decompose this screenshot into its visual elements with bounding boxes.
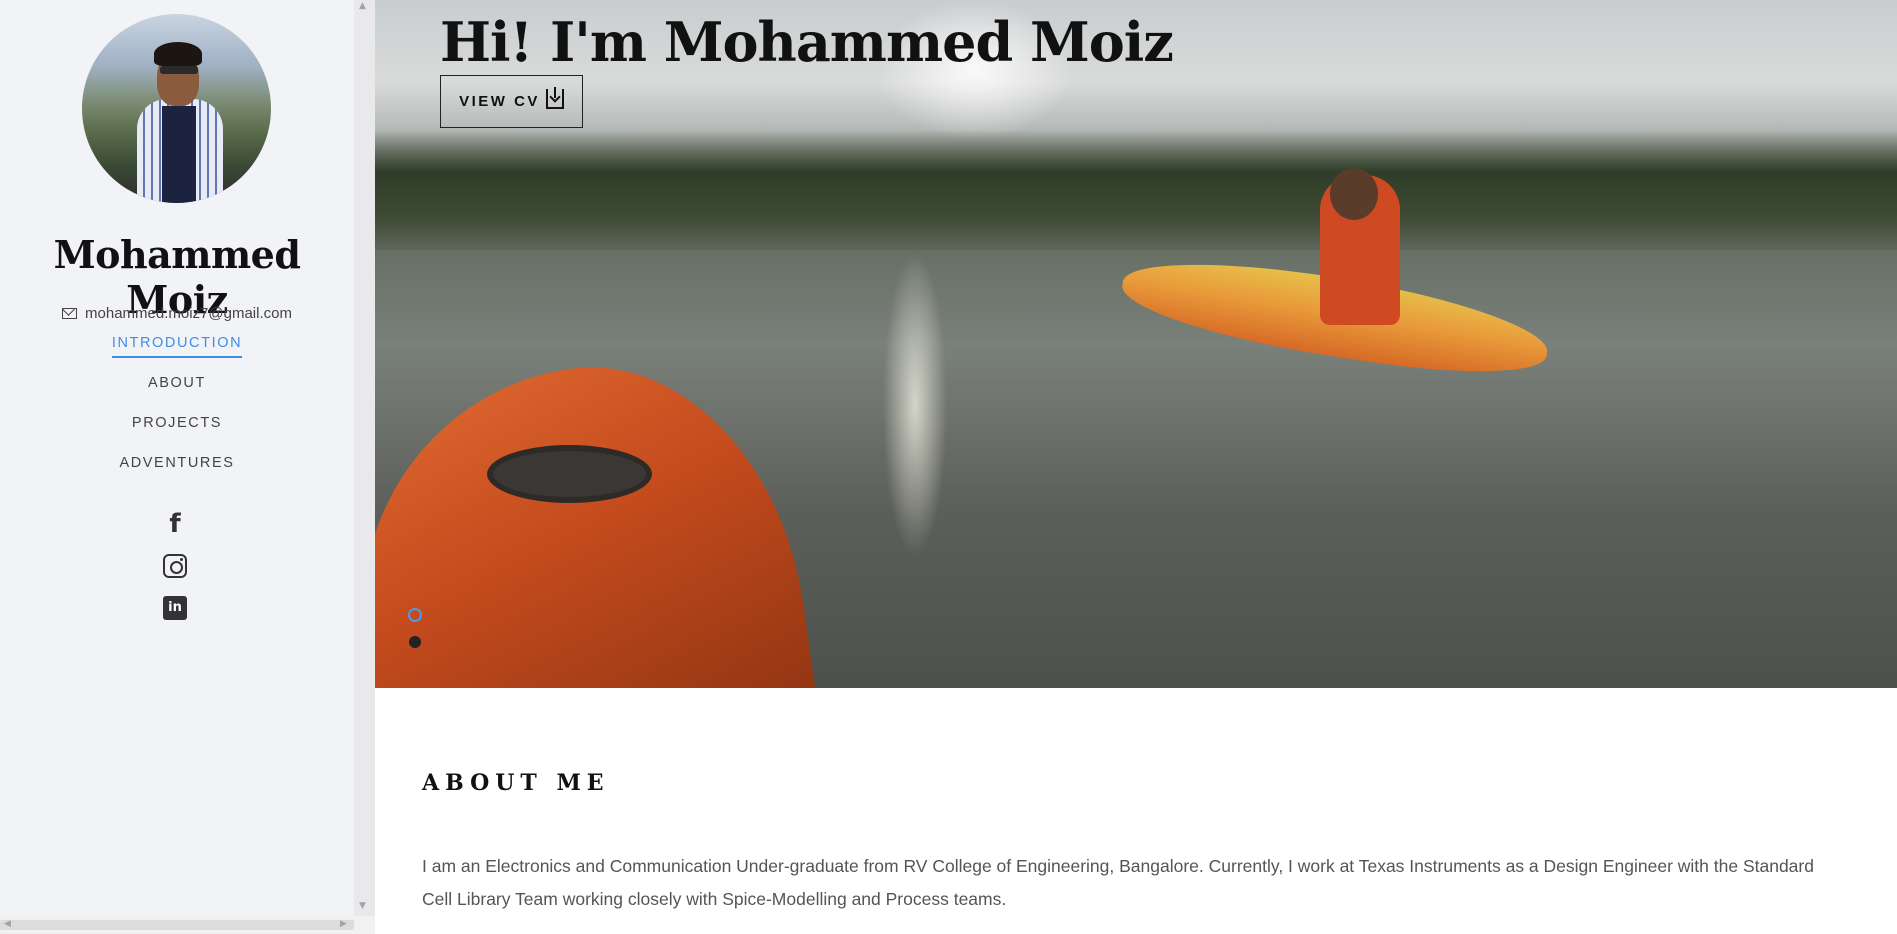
about-heading: ABOUT ME bbox=[422, 770, 610, 796]
scroll-down-arrow[interactable]: ▼ bbox=[359, 902, 366, 911]
nav-item-about[interactable]: ABOUT bbox=[0, 373, 354, 413]
linkedin-icon[interactable]: in bbox=[163, 596, 187, 620]
view-cv-label: VIEW CV bbox=[459, 93, 540, 110]
mail-icon bbox=[62, 308, 78, 319]
facebook-icon[interactable]: f bbox=[163, 511, 187, 537]
nav-item-adventures[interactable]: ADVENTURES bbox=[0, 453, 354, 493]
slide-dot-2[interactable] bbox=[409, 636, 421, 648]
hero-banner bbox=[375, 0, 1897, 688]
slide-dot-1[interactable] bbox=[408, 608, 422, 622]
email-text: mohammed.moiz7@gmail.com bbox=[85, 305, 292, 322]
sidebar-nav: INTRODUCTION ABOUT PROJECTS ADVENTURES bbox=[0, 333, 354, 493]
nav-item-introduction[interactable]: INTRODUCTION bbox=[0, 333, 354, 373]
sidebar: Mohammed Moiz mohammed.moiz7@gmail.com I… bbox=[0, 0, 354, 934]
scroll-left-arrow[interactable]: ◀ bbox=[4, 920, 11, 929]
hero-title: Hi! I'm Mohammed Moiz bbox=[440, 10, 1174, 74]
social-links: f in bbox=[163, 511, 191, 638]
about-text: I am an Electronics and Communication Un… bbox=[422, 856, 1814, 909]
scroll-thumb[interactable] bbox=[0, 920, 354, 930]
sidebar-scrollbar-track[interactable]: ▲ ▼ bbox=[354, 0, 375, 934]
scroll-right-arrow[interactable]: ▶ bbox=[340, 920, 347, 929]
nav-item-projects[interactable]: PROJECTS bbox=[0, 413, 354, 453]
sidebar-horizontal-scrollbar[interactable]: ◀ ▶ bbox=[0, 916, 375, 934]
profile-avatar bbox=[82, 14, 271, 203]
view-cv-button[interactable]: VIEW CV bbox=[440, 75, 583, 128]
download-icon bbox=[545, 86, 564, 109]
email-link[interactable]: mohammed.moiz7@gmail.com bbox=[0, 305, 354, 322]
scroll-up-arrow[interactable]: ▲ bbox=[359, 2, 366, 11]
instagram-icon[interactable] bbox=[163, 554, 187, 578]
